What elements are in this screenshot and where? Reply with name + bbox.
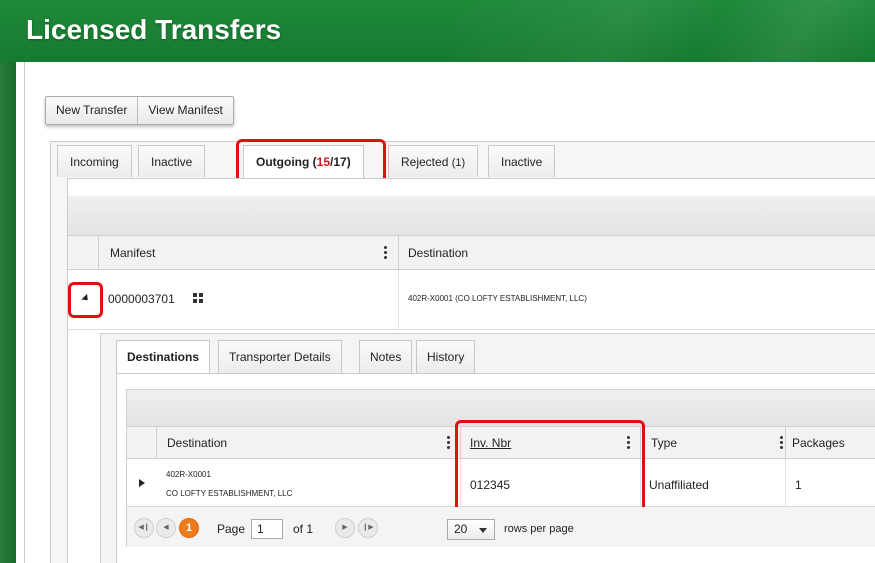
prev-page-icon[interactable]: ◀ <box>156 518 176 538</box>
highlight-inv-nbr <box>455 420 645 519</box>
tab-history[interactable]: History <box>416 340 476 373</box>
grid-toolbar <box>68 196 875 236</box>
expand-row-icon[interactable] <box>139 479 145 487</box>
column-divider <box>398 270 399 330</box>
last-page-icon[interactable]: ❙▶ <box>358 518 378 538</box>
column-divider <box>398 236 399 270</box>
rows-per-page-select[interactable]: 20 <box>447 519 495 540</box>
chevron-down-icon <box>479 528 487 533</box>
column-divider <box>98 236 99 270</box>
action-button-group: New Transfer View Manifest <box>45 96 234 125</box>
tab-rejected[interactable]: Rejected (1) <box>388 145 479 177</box>
column-divider <box>156 427 157 459</box>
grid-header: Manifest Destination <box>68 236 875 270</box>
page-input[interactable]: 1 <box>251 519 283 539</box>
new-transfer-button[interactable]: New Transfer <box>46 97 139 124</box>
page-header: Licensed Transfers <box>0 0 875 62</box>
tab-transporter-details[interactable]: Transporter Details <box>218 340 342 373</box>
col-header-destination-detail[interactable]: Destination <box>167 427 227 459</box>
col-header-manifest[interactable]: Manifest <box>110 236 155 270</box>
page-label: Page <box>217 522 246 536</box>
header-decoration <box>455 0 875 62</box>
tab-rejected-count: (1) <box>451 157 466 169</box>
current-page-badge[interactable]: 1 <box>179 518 199 538</box>
tab-incoming[interactable]: Incoming <box>57 145 132 177</box>
left-accent-bar <box>0 62 16 563</box>
type-column-menu-icon[interactable] <box>780 435 784 451</box>
row-destination: 402R-X0001 (CO LOFTY ESTABLISHMENT, LLC) <box>408 294 587 303</box>
type-value: Unaffiliated <box>649 478 709 492</box>
manifest-grid-icon[interactable] <box>193 293 203 303</box>
column-divider <box>785 427 786 459</box>
view-manifest-button[interactable]: View Manifest <box>138 97 232 124</box>
tab-inactive-outgoing[interactable]: Inactive <box>488 145 556 177</box>
tab-rejected-label: Rejected <box>401 155 449 169</box>
first-page-icon[interactable]: ◀❙ <box>134 518 154 538</box>
tab-notes[interactable]: Notes <box>359 340 413 373</box>
destination-name: CO LOFTY ESTABLISHMENT, LLC <box>166 489 293 498</box>
destination-license: 402R-X0001 <box>166 470 211 479</box>
col-header-type[interactable]: Type <box>651 427 677 459</box>
rows-per-page-value: 20 <box>454 522 468 536</box>
column-divider <box>785 459 786 507</box>
col-header-destination[interactable]: Destination <box>408 236 468 270</box>
tab-destinations[interactable]: Destinations <box>116 340 211 373</box>
tab-inactive-incoming[interactable]: Inactive <box>138 145 206 177</box>
rows-per-page-label: rows per page <box>504 523 574 535</box>
highlight-expander <box>68 282 103 318</box>
packages-value: 1 <box>795 478 802 492</box>
page-title: Licensed Transfers <box>26 14 282 45</box>
page-of-label: of 1 <box>293 522 314 536</box>
col-header-packages[interactable]: Packages <box>792 427 845 459</box>
destination-column-menu-icon[interactable] <box>447 435 451 451</box>
app-frame: Licensed Transfers New Transfer View Man… <box>0 0 875 563</box>
manifest-column-menu-icon[interactable] <box>384 245 388 261</box>
next-page-icon[interactable]: ▶ <box>335 518 355 538</box>
manifest-number[interactable]: 0000003701 <box>108 292 175 306</box>
